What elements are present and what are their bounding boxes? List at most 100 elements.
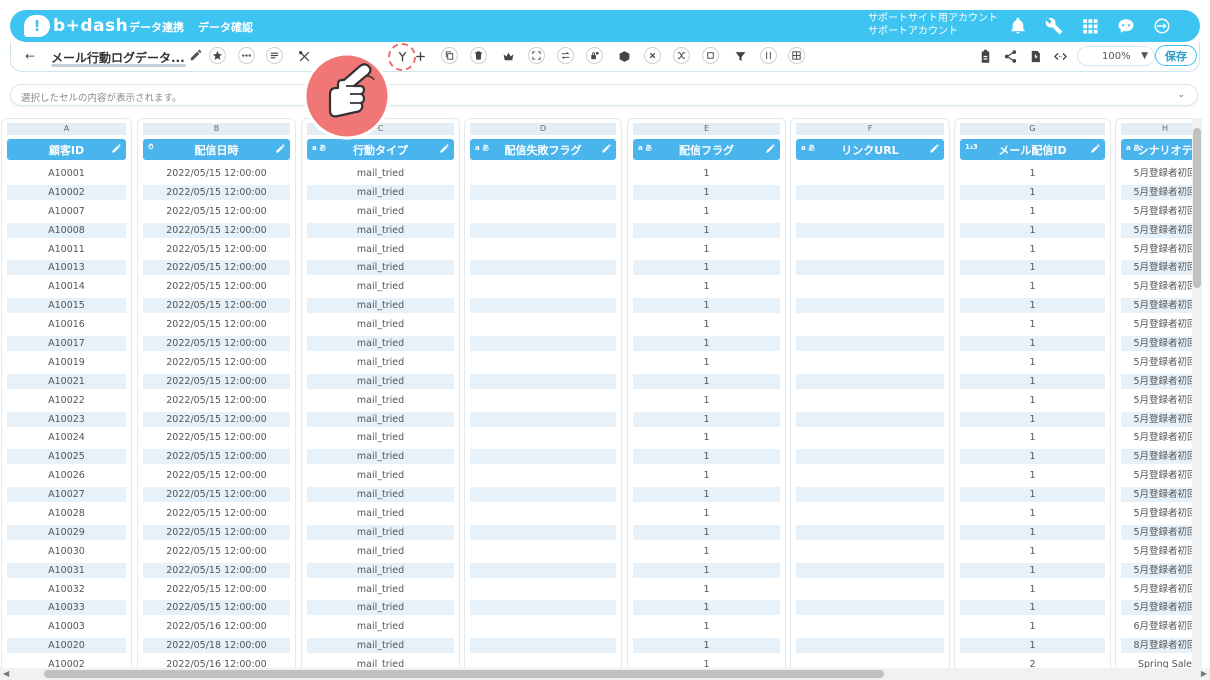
table-cell[interactable]: A10003 bbox=[7, 617, 126, 636]
table-cell[interactable] bbox=[796, 580, 944, 599]
table-cell[interactable]: 1 bbox=[960, 164, 1105, 183]
column-header[interactable]: a あ行動タイプ bbox=[307, 139, 454, 160]
table-cell[interactable]: 1 bbox=[960, 561, 1105, 580]
table-cell[interactable]: mail_tried bbox=[307, 655, 454, 668]
table-cell[interactable] bbox=[470, 580, 616, 599]
box-icon[interactable] bbox=[615, 47, 633, 65]
table-cell[interactable]: A10021 bbox=[7, 372, 126, 391]
table-cell[interactable]: 8月登録者初回 bbox=[1121, 636, 1192, 655]
delete-icon[interactable] bbox=[470, 47, 487, 64]
column-letter[interactable]: A bbox=[7, 123, 126, 135]
table-cell[interactable]: mail_tried bbox=[307, 428, 454, 447]
table-cell[interactable] bbox=[796, 598, 944, 617]
table-cell[interactable]: mail_tried bbox=[307, 523, 454, 542]
table-cell[interactable]: 5月登録者初回 bbox=[1121, 164, 1192, 183]
swap-icon[interactable] bbox=[557, 47, 574, 64]
table-cell[interactable]: 1 bbox=[633, 372, 780, 391]
table-cell[interactable]: 2022/05/15 12:00:00 bbox=[143, 504, 290, 523]
table-cell[interactable]: A10016 bbox=[7, 315, 126, 334]
edit-column-pencil-icon[interactable] bbox=[275, 143, 286, 154]
table-cell[interactable]: mail_tried bbox=[307, 410, 454, 429]
nav-data-check[interactable]: データ確認 bbox=[198, 19, 253, 35]
table-cell[interactable]: 2022/05/15 12:00:00 bbox=[143, 296, 290, 315]
table-cell[interactable]: mail_tried bbox=[307, 277, 454, 296]
cell-content-bar[interactable]: 選択したセルの内容が表示されます。 ⌄ bbox=[10, 84, 1198, 106]
table-cell[interactable]: 1 bbox=[960, 391, 1105, 410]
table-cell[interactable]: 1 bbox=[960, 258, 1105, 277]
edit-column-pencil-icon[interactable] bbox=[929, 143, 940, 154]
table-cell[interactable]: 1 bbox=[633, 315, 780, 334]
table-cell[interactable]: 2022/05/15 12:00:00 bbox=[143, 410, 290, 429]
table-cell[interactable]: mail_tried bbox=[307, 561, 454, 580]
table-cell[interactable] bbox=[796, 617, 944, 636]
bell-icon[interactable] bbox=[1008, 16, 1028, 36]
table-cell[interactable] bbox=[470, 372, 616, 391]
table-cell[interactable]: mail_tried bbox=[307, 221, 454, 240]
clipboard-icon[interactable] bbox=[976, 47, 994, 65]
table-cell[interactable]: 1 bbox=[633, 580, 780, 599]
table-cell[interactable]: 5月登録者初回 bbox=[1121, 183, 1192, 202]
table-cell[interactable]: mail_tried bbox=[307, 485, 454, 504]
table-cell[interactable]: 5月登録者初回 bbox=[1121, 485, 1192, 504]
table-cell[interactable] bbox=[796, 183, 944, 202]
table-cell[interactable] bbox=[796, 466, 944, 485]
table-cell[interactable] bbox=[796, 447, 944, 466]
account-info[interactable]: サポートサイト用アカウント サポートアカウント bbox=[868, 12, 998, 38]
wrench-icon[interactable] bbox=[1044, 16, 1064, 36]
table-grid-icon[interactable] bbox=[788, 47, 805, 64]
table-cell[interactable]: 1 bbox=[960, 636, 1105, 655]
table-cell[interactable]: 2022/05/15 12:00:00 bbox=[143, 372, 290, 391]
table-cell[interactable]: A10032 bbox=[7, 580, 126, 599]
table-cell[interactable] bbox=[470, 466, 616, 485]
table-cell[interactable]: 1 bbox=[960, 296, 1105, 315]
vertical-scroll-thumb[interactable] bbox=[1193, 128, 1201, 288]
table-cell[interactable] bbox=[470, 542, 616, 561]
table-cell[interactable]: 1 bbox=[633, 466, 780, 485]
table-cell[interactable]: 1 bbox=[633, 410, 780, 429]
table-cell[interactable] bbox=[796, 240, 944, 259]
table-cell[interactable]: 2022/05/15 12:00:00 bbox=[143, 315, 290, 334]
table-cell[interactable]: 1 bbox=[960, 485, 1105, 504]
table-cell[interactable]: 2022/05/15 12:00:00 bbox=[143, 561, 290, 580]
table-cell[interactable]: 1 bbox=[960, 466, 1105, 485]
table-cell[interactable]: 1 bbox=[633, 617, 780, 636]
table-cell[interactable]: 1 bbox=[633, 334, 780, 353]
table-cell[interactable]: 1 bbox=[960, 617, 1105, 636]
table-cell[interactable]: A10028 bbox=[7, 504, 126, 523]
edit-column-pencil-icon[interactable] bbox=[601, 143, 612, 154]
table-cell[interactable]: 1 bbox=[960, 334, 1105, 353]
table-cell[interactable]: 1 bbox=[960, 523, 1105, 542]
table-cell[interactable]: mail_tried bbox=[307, 580, 454, 599]
table-cell[interactable]: 5月登録者初回 bbox=[1121, 580, 1192, 599]
table-cell[interactable]: mail_tried bbox=[307, 504, 454, 523]
table-cell[interactable]: mail_tried bbox=[307, 353, 454, 372]
table-cell[interactable]: A10023 bbox=[7, 410, 126, 429]
table-cell[interactable]: mail_tried bbox=[307, 164, 454, 183]
table-cell[interactable]: A10031 bbox=[7, 561, 126, 580]
save-button[interactable]: 保存 bbox=[1155, 45, 1197, 66]
table-cell[interactable]: 2022/05/15 12:00:00 bbox=[143, 202, 290, 221]
table-cell[interactable]: 2022/05/15 12:00:00 bbox=[143, 523, 290, 542]
table-cell[interactable]: mail_tried bbox=[307, 334, 454, 353]
table-cell[interactable]: mail_tried bbox=[307, 636, 454, 655]
table-cell[interactable] bbox=[796, 655, 944, 668]
table-cell[interactable]: mail_tried bbox=[307, 447, 454, 466]
table-cell[interactable]: mail_tried bbox=[307, 617, 454, 636]
table-cell[interactable] bbox=[470, 164, 616, 183]
column-header[interactable]: a あ配信フラグ bbox=[633, 139, 780, 160]
filter-icon[interactable] bbox=[731, 47, 749, 65]
table-cell[interactable]: 1 bbox=[960, 221, 1105, 240]
table-cell[interactable]: 1 bbox=[633, 485, 780, 504]
table-cell[interactable]: 2022/05/15 12:00:00 bbox=[143, 598, 290, 617]
table-cell[interactable] bbox=[796, 164, 944, 183]
table-cell[interactable]: 5月登録者初回 bbox=[1121, 466, 1192, 485]
table-cell[interactable]: 5月登録者初回 bbox=[1121, 428, 1192, 447]
back-arrow-icon[interactable]: ← bbox=[25, 49, 35, 63]
column-letter[interactable]: H bbox=[1121, 123, 1192, 135]
table-cell[interactable]: 1 bbox=[633, 296, 780, 315]
table-cell[interactable]: 1 bbox=[960, 277, 1105, 296]
history-icon[interactable] bbox=[1026, 47, 1044, 65]
table-cell[interactable] bbox=[796, 221, 944, 240]
table-cell[interactable]: 2022/05/15 12:00:00 bbox=[143, 466, 290, 485]
table-cell[interactable]: 5月登録者初回 bbox=[1121, 523, 1192, 542]
